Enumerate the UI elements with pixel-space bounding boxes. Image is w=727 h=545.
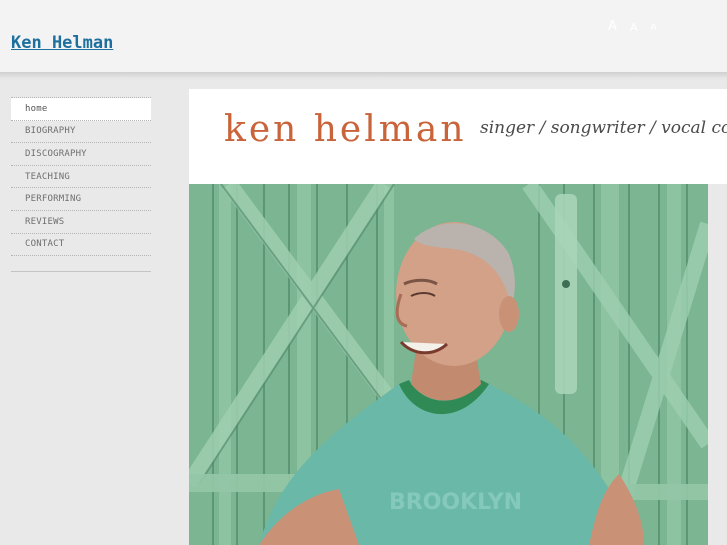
nav-item-teaching[interactable]: TEACHING <box>11 166 151 189</box>
font-size-small-button[interactable]: A <box>650 24 656 33</box>
nav-item-home[interactable]: home <box>11 98 151 121</box>
sidebar: home BIOGRAPHY DISCOGRAPHY TEACHING PERF… <box>0 82 174 545</box>
header-banner: ken helman singer / songwriter / vocal c… <box>189 89 727 184</box>
nav-item-biography[interactable]: BIOGRAPHY <box>11 121 151 144</box>
nav-item-reviews[interactable]: REVIEWS <box>11 211 151 234</box>
main-content: ken helman singer / songwriter / vocal c… <box>174 82 727 545</box>
portrait-photo: BROOKLYN <box>189 184 708 545</box>
font-size-medium-button[interactable]: A <box>630 22 638 33</box>
main-navigation: home BIOGRAPHY DISCOGRAPHY TEACHING PERF… <box>11 97 151 257</box>
banner-name: ken helman <box>224 109 467 150</box>
nav-item-contact[interactable]: CONTACT <box>11 234 151 257</box>
portrait-illustration: BROOKLYN <box>189 184 708 545</box>
font-size-controls: A A A <box>608 17 657 33</box>
site-header: Ken Helman A A A <box>0 0 727 72</box>
nav-divider <box>11 271 151 272</box>
nav-item-discography[interactable]: DISCOGRAPHY <box>11 143 151 166</box>
nav-item-performing[interactable]: PERFORMING <box>11 188 151 211</box>
header-shadow <box>0 72 727 82</box>
site-title-link[interactable]: Ken Helman <box>11 33 113 53</box>
banner-tagline: singer / songwriter / vocal coach <box>480 118 727 138</box>
shirt-print-text: BROOKLYN <box>389 490 522 515</box>
font-size-large-button[interactable]: A <box>608 20 617 33</box>
